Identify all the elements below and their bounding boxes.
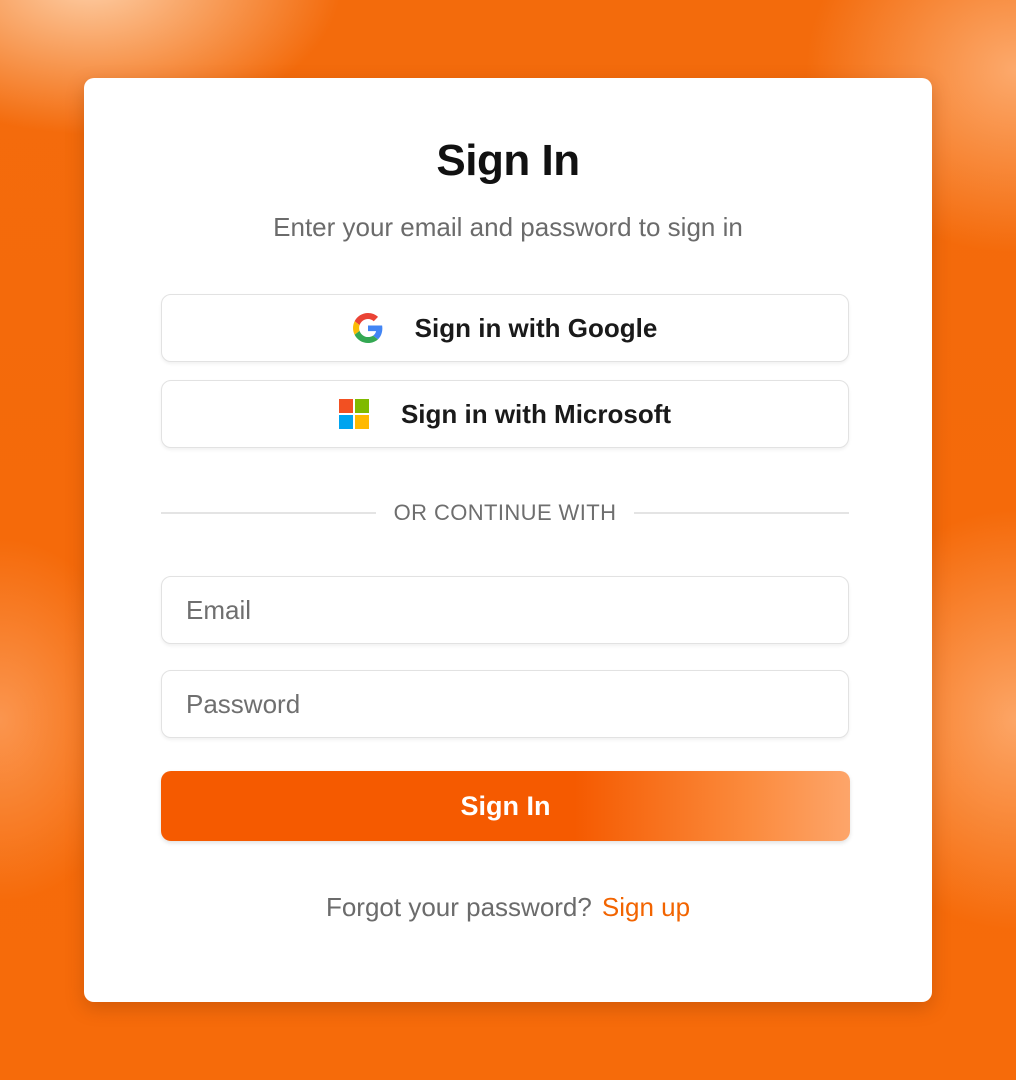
divider-line-left [161,512,376,514]
sign-in-google-button[interactable]: Sign in with Google [161,294,849,362]
or-continue-divider: OR CONTINUE WITH [161,498,849,528]
microsoft-logo-icon [338,399,369,429]
sign-in-card: Sign In Enter your email and password to… [84,78,932,1002]
sign-in-google-label: Sign in with Google [414,312,658,343]
sign-in-button[interactable]: Sign In [161,771,850,841]
sign-in-microsoft-button[interactable]: Sign in with Microsoft [161,380,849,448]
footer-links: Forgot your password? Sign up [84,892,932,923]
divider-text: OR CONTINUE WITH [393,500,617,525]
sign-in-microsoft-label: Sign in with Microsoft [400,398,672,429]
password-field[interactable] [161,670,849,738]
email-field[interactable] [161,576,849,644]
divider-line-right [634,512,849,514]
forgot-password-link[interactable]: Forgot your password? [326,892,592,922]
page-title: Sign In [436,136,580,185]
page-subtitle: Enter your email and password to sign in [273,212,743,242]
sign-up-link[interactable]: Sign up [602,892,690,922]
google-logo-icon [352,313,383,343]
